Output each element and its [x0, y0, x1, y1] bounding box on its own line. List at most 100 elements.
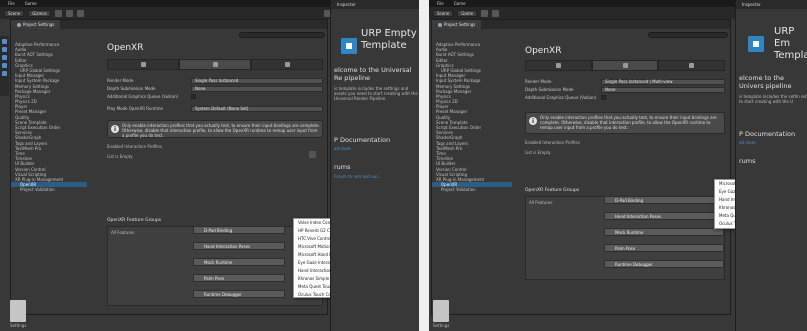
rect-icon[interactable]	[2, 71, 7, 76]
graphics-queue-label: Additional Graphics Queue (Vulkan)	[107, 94, 179, 99]
feature-palm-pose[interactable]: Palm Pose	[604, 244, 724, 252]
interaction-profile-info-box: i Only enable interaction profiles that …	[525, 112, 725, 134]
depth-mode-row: Depth Submission Mode None	[107, 85, 323, 92]
play-mode-runtime-label: Play Mode OpenXR Runtime	[107, 106, 163, 111]
rotate-tool-icon[interactable]	[492, 9, 500, 17]
feature-groups-label: OpenXR Feature Groups	[107, 218, 162, 223]
graphics-queue-checkbox[interactable]	[191, 94, 196, 99]
urp-template-title: URP Em Template	[774, 26, 807, 61]
bottom-settings-label: Settings	[433, 323, 450, 328]
info-icon: i	[111, 125, 119, 133]
graphics-queue-label: Additional Graphics Queue (Vulkan)	[525, 95, 597, 100]
settings-search-input[interactable]	[648, 32, 728, 38]
urp-logo-icon	[748, 36, 764, 52]
tab-project-settings[interactable]: Project Settings	[11, 20, 61, 29]
inspector-tab[interactable]: Inspector	[736, 0, 807, 9]
html5-icon	[689, 63, 695, 68]
right-screenshot: File Game Scene Game Project Settings Ad…	[429, 0, 807, 331]
feature-mock-runtime[interactable]: Mock Runtime	[193, 258, 285, 266]
sidebar-item[interactable]: Project Validation	[432, 187, 512, 192]
render-mode-row: Render Mode Single Pass Instanced	[107, 77, 323, 84]
window-tab-bar: Project Settings	[11, 20, 327, 29]
folder-icon[interactable]	[433, 300, 449, 322]
settings-search-input[interactable]	[239, 32, 325, 38]
menu-game[interactable]: Game	[454, 1, 466, 6]
depth-mode-label: Depth Submission Mode	[525, 87, 574, 92]
play-mode-runtime-dropdown[interactable]: System Default (None Set)	[191, 105, 323, 112]
settings-sidebar: Adaptive Performance Audio Burst AOT Setti…	[432, 42, 512, 192]
platform-tabs	[107, 59, 323, 70]
tab-standalone[interactable]	[525, 60, 592, 71]
project-settings-window: Project Settings Adaptive Performance Aud…	[10, 19, 328, 315]
feature-palm-pose[interactable]: Palm Pose	[193, 274, 285, 282]
scene-tab[interactable]: Scene	[433, 9, 454, 17]
page-title: OpenXR	[525, 46, 562, 56]
graphics-queue-row: Additional Graphics Queue (Vulkan)	[107, 93, 323, 100]
scale-tool-icon[interactable]	[76, 9, 84, 17]
feature-groups-label: OpenXR Feature Groups	[525, 188, 580, 193]
feature-mock-runtime[interactable]: Mock Runtime	[604, 228, 724, 236]
android-icon	[212, 62, 218, 67]
add-profile-button[interactable]	[309, 151, 316, 158]
gizmos-button[interactable]: Gizmos	[28, 9, 51, 17]
move-tool-icon[interactable]	[481, 9, 489, 17]
rotate-tool-icon[interactable]	[65, 9, 73, 17]
settings-gear-icon	[17, 22, 21, 27]
hand-tool-icon[interactable]	[2, 39, 7, 44]
render-mode-dropdown[interactable]: Single Pass Instanced	[191, 77, 323, 84]
tab-android[interactable]	[591, 60, 659, 71]
forums-heading: rums	[334, 163, 351, 171]
tab-standalone[interactable]	[107, 59, 179, 70]
project-settings-window: Project Settings Adaptive Performance Aud…	[431, 19, 731, 315]
inspector-panel: Inspector URP Em Template elcome to the …	[735, 0, 807, 331]
move-tool-icon[interactable]	[54, 9, 62, 17]
feature-dpad-binding[interactable]: D-Pad Binding	[193, 226, 285, 234]
monitor-icon	[140, 62, 146, 67]
all-features-label[interactable]: All Features	[111, 230, 134, 235]
settings-gear-icon	[438, 22, 442, 27]
forums-heading: rums	[739, 157, 756, 165]
docs-read-more-link[interactable]: ad more	[739, 140, 756, 145]
sidebar-item[interactable]: Project Validation	[11, 187, 87, 192]
html5-icon	[284, 62, 290, 67]
depth-mode-label: Depth Submission Mode	[107, 86, 156, 91]
depth-mode-dropdown[interactable]: None	[601, 86, 725, 93]
interaction-profile-info-box: i Only enable interaction profiles that …	[107, 120, 323, 138]
menu-game[interactable]: Game	[25, 1, 37, 6]
menu-file[interactable]: File	[8, 1, 15, 6]
scale-icon[interactable]	[2, 63, 7, 68]
rotate-icon[interactable]	[2, 55, 7, 60]
docs-read-more-link[interactable]: ad more	[334, 146, 351, 151]
render-mode-dropdown[interactable]: Single Pass Instanced \ Multi-view	[601, 78, 725, 85]
welcome-description: is template includes the settin ed to st…	[739, 94, 807, 104]
folder-icon[interactable]	[10, 300, 26, 322]
feature-runtime-debugger[interactable]: Runtime Debugger	[193, 290, 285, 298]
welcome-description: is template includes the settings and as…	[334, 86, 418, 101]
tab-android[interactable]	[179, 59, 251, 70]
render-mode-label: Render Mode	[525, 79, 552, 84]
list-empty-label: List is Empty	[107, 154, 133, 159]
graphics-queue-row: Additional Graphics Queue (Vulkan)	[525, 94, 725, 101]
scene-tab[interactable]: Scene	[4, 9, 25, 17]
tab-webgl[interactable]	[251, 59, 323, 70]
feature-hand-interaction-poses[interactable]: Hand Interaction Poses	[193, 242, 285, 250]
menu-file[interactable]: File	[437, 1, 444, 6]
inspector-tab[interactable]: Inspector	[331, 0, 419, 9]
tab-project-settings[interactable]: Project Settings	[432, 20, 482, 29]
game-tab[interactable]: Game	[457, 9, 478, 17]
forums-link[interactable]: Forum to rem and our...	[334, 174, 381, 179]
all-features-label[interactable]: All Features	[529, 200, 552, 205]
move-icon[interactable]	[2, 47, 7, 52]
feature-hand-interaction-poses[interactable]: Hand Interaction Poses	[604, 212, 724, 220]
feature-runtime-debugger[interactable]: Runtime Debugger	[604, 260, 724, 268]
depth-mode-dropdown[interactable]: None	[191, 85, 323, 92]
tab-webgl[interactable]	[658, 60, 726, 71]
window-tab-bar: Project Settings	[432, 20, 730, 29]
list-empty-label: List is Empty	[525, 150, 551, 155]
left-screenshot: File Game Scene Gizmos Layers Layout Pro…	[0, 0, 419, 331]
info-icon: i	[529, 117, 537, 125]
feature-dpad-binding[interactable]: D-Pad Binding	[604, 196, 724, 204]
graphics-queue-checkbox[interactable]	[601, 95, 606, 100]
docs-heading: P Documentation	[739, 130, 796, 138]
welcome-heading: elcome to the Univers pipeline	[739, 74, 792, 90]
